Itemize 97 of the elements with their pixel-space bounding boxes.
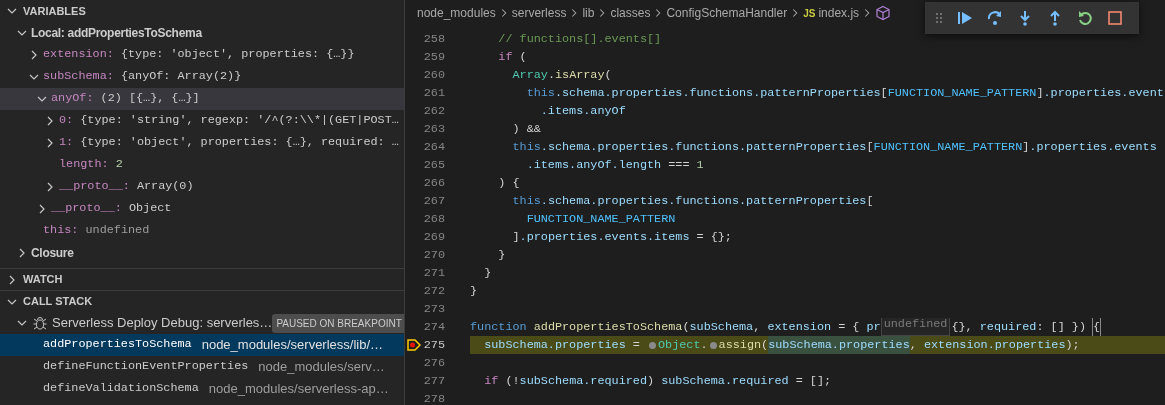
variable-value: undefined [85,223,150,238]
line-number: 261 [423,85,445,102]
code-line: ) && [511,121,542,138]
stack-frame[interactable]: addPropertiesToSchema node_modules/serverless/lib/… [0,334,404,356]
variable-value: {type: 'string', regexp: '/^(?:\\*|(GET|POST… [80,113,399,128]
breadcrumb-folder[interactable]: serverless [511,4,567,22]
variable-row[interactable]: 0: {type: 'string', regexp: '/^(?:\\*|(GET|POST… [0,110,404,132]
code-line: FUNCTION_NAME_PATTERN [525,211,677,228]
variable-value: {type: 'object', properties: {…}} [120,47,355,62]
variable-value: {type: 'object', properties: {…}, required: … [80,135,399,150]
drag-handle-icon[interactable] [935,12,943,24]
variable-value: Object [128,201,172,216]
line-number: 272 [423,283,445,300]
variable-name: length: [59,157,109,172]
line-number: 264 [423,139,445,156]
stack-frame[interactable]: defineFunctionEventProperties node_modules/serv… [0,356,404,378]
bug-icon [32,315,48,331]
line-number: 262 [423,103,445,120]
code-line: } [497,247,507,264]
line-number: 268 [423,211,445,228]
variable-row[interactable]: __proto__: Array(0) [0,176,404,198]
breadcrumb-folder[interactable]: classes [610,4,651,22]
step-into-icon[interactable] [1017,10,1033,26]
variable-name: 1: [59,135,74,150]
variable-value: {anyOf: Array(2)} [120,69,242,84]
continue-icon[interactable] [957,10,973,26]
code-line: .items.anyOf.length === 1 [525,157,705,174]
line-number: 275 [423,337,445,354]
variable-value: (2) [{…}, {…}] [100,91,200,106]
section-header[interactable]: WATCH [23,271,63,288]
file-type-label: JS [803,6,816,21]
code-line: } [483,265,493,282]
line-number: 266 [423,175,445,192]
line-number: 270 [423,247,445,264]
code-line: this.schema.properties.functions.patternProperties[ [511,193,875,210]
variable-row[interactable]: anyOf: (2) [{…}, {…}] [0,88,404,110]
stop-icon[interactable] [1107,10,1123,26]
breakpoint-pointer-icon[interactable] [407,339,421,351]
code-line: } [470,283,479,300]
stack-frame[interactable]: defineValidationSchema node_modules/serverless-ap… [0,378,404,400]
code-line: ].properties.events.items = {}; [511,229,733,246]
breadcrumb-folder[interactable]: lib [582,4,595,22]
variable-row[interactable]: length: 2 [0,154,404,176]
scope-label[interactable]: Closure [31,244,74,262]
variable-name: subSchema: [43,69,114,84]
function-name: addPropertiesToSchema [43,336,192,354]
variable-name: anyOf: [51,91,94,106]
variable-name: extension: [43,47,114,62]
restart-icon[interactable] [1077,10,1093,26]
line-number: 258 [423,31,445,48]
code-line: // functions[].events[] [497,31,663,48]
code-line: if (!subSchema.required) subSchema.required = []; [483,373,833,390]
breadcrumb-folder[interactable]: node_modules [417,4,496,22]
variable-row[interactable]: extension: {type: 'object', properties: {…}} [0,44,404,66]
breadcrumb-file[interactable]: index.js [818,4,860,22]
file-path: node_modules/serv… [258,358,385,377]
variable-name: __proto__: [51,201,122,216]
line-number: 278 [423,391,445,405]
step-over-icon[interactable] [987,10,1003,26]
function-name: defineValidationSchema [43,380,199,398]
variable-row[interactable]: subSchema: {anyOf: Array(2)} [0,66,404,88]
line-number: 273 [423,301,445,318]
code-line: this.schema.properties.functions.patternProperties[FUNCTION_NAME_PATTERN].properties.event [525,85,1165,102]
variable-name: this: [43,223,79,238]
line-number: 267 [423,193,445,210]
line-number: 259 [423,49,445,66]
code-line: ) { [497,175,521,192]
line-number: 260 [423,67,445,84]
variable-value: 2 [115,157,123,172]
function-name: defineFunctionEventProperties [43,358,249,376]
line-number: 263 [423,121,445,138]
cube-icon[interactable] [875,5,892,21]
session-label[interactable]: Serverless Deploy Debug: serverles… [52,313,273,333]
code-line: if ( [497,49,528,66]
variable-name: __proto__: [59,179,130,194]
line-number: 271 [423,265,445,282]
hover-tooltip: undefined [880,318,951,336]
line-number: 276 [423,355,445,372]
variable-row[interactable]: __proto__: Object [0,198,404,220]
line-number: 269 [423,229,445,246]
line-number: 274 [423,319,445,336]
file-path: node_modules/serverless/lib/… [201,336,384,355]
line-number: 265 [423,157,445,174]
variable-name: 0: [59,113,74,128]
code-line: Array.isArray( [511,67,613,84]
section-header[interactable]: CALL STACK [23,293,93,310]
section-header[interactable]: VARIABLES [23,2,86,20]
file-path: node_modules/serverless-ap… [208,380,389,399]
status-badge: PAUSED ON BREAKPOINT [272,313,404,333]
code-line: this.schema.properties.functions.patternProperties[FUNCTION_NAME_PATTERN].properties.events [511,139,1158,156]
line-number: 277 [423,373,445,390]
variable-row[interactable]: 1: {type: 'object', properties: {…}, required: … [0,132,404,154]
code-line: .items.anyOf [539,103,627,120]
scope-label[interactable]: Local: addPropertiesToSchema [31,24,202,42]
variable-row[interactable]: this: undefined [0,220,404,242]
variable-value: Array(0) [136,179,194,194]
breadcrumb-folder[interactable]: ConfigSchemaHandler [666,4,788,22]
